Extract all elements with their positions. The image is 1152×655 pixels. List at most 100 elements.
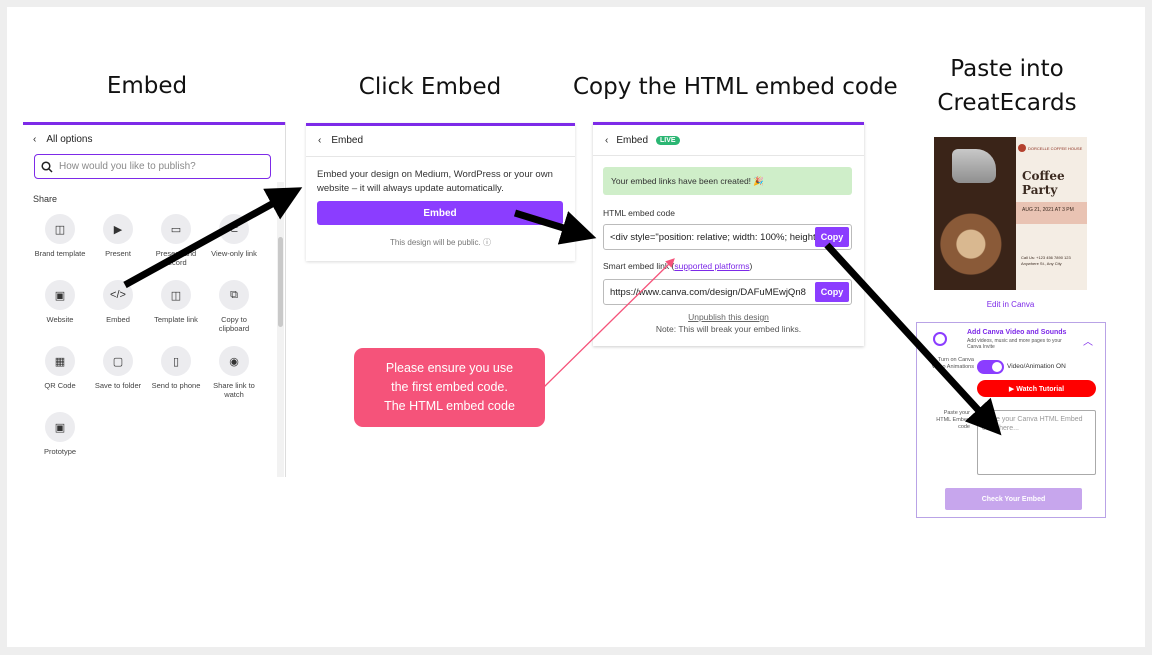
publish-search-input[interactable]: How would you like to publish? <box>34 154 271 179</box>
chevron-left-icon[interactable]: ‹ <box>33 134 36 145</box>
present-icon: ▶ <box>103 214 133 244</box>
brand-template-icon: ◫ <box>45 214 75 244</box>
share-option-save-to-folder[interactable]: ▢ Save to folder <box>89 346 147 390</box>
edit-in-canva-link[interactable]: Edit in Canva <box>934 300 1087 309</box>
card-contact-info: Call Us: +123 456 7890 123 Anywhere St.,… <box>1021 255 1071 266</box>
embed-codes-header[interactable]: ‹ Embed LIVE <box>605 135 680 146</box>
divider <box>306 156 575 157</box>
share-option-send-to-phone[interactable]: ▯ Send to phone <box>147 346 205 390</box>
play-circle-icon <box>933 332 947 346</box>
link-icon: ⊂ <box>219 214 249 244</box>
toggle-label: Video/Animation ON <box>1007 363 1066 370</box>
embed-description: Embed your design on Medium, WordPress o… <box>317 169 553 194</box>
share-option-label: Copy to clipboard <box>218 315 250 333</box>
chevron-left-icon[interactable]: ‹ <box>318 135 321 146</box>
embed-codes-title: Embed <box>616 135 649 146</box>
embed-icon: </> <box>103 280 133 310</box>
step-title-paste-line2: CreatEcards <box>937 90 1077 116</box>
supported-platforms-link[interactable]: supported platforms <box>674 261 749 271</box>
embed-title: Embed <box>331 135 364 146</box>
share-option-present-and-record[interactable]: ▭ Present and record <box>147 214 205 267</box>
card-logo: DORCELLE COFFEE HOUSE <box>1018 144 1082 152</box>
copy-html-button[interactable]: Copy <box>815 227 849 247</box>
smart-embed-link-field[interactable]: https://www.canva.com/design/DAFuMEwjQn8… <box>603 279 852 305</box>
watch-tutorial-button[interactable]: ▶ Watch Tutorial <box>977 380 1096 397</box>
smart-embed-label-end: ) <box>749 261 753 271</box>
animations-side-label: Turn on Canva Video Animations <box>931 357 974 370</box>
share-option-copy-to-clipboard[interactable]: ⧉ Copy to clipboard <box>205 280 263 333</box>
share-option-share-link-to-watch[interactable]: ◉ Share link to watch <box>205 346 263 399</box>
public-note: This design will be public. ⓘ <box>390 238 491 247</box>
scrollbar-track[interactable] <box>277 182 284 477</box>
embed-button[interactable]: Embed <box>317 201 563 225</box>
scrollbar-thumb[interactable] <box>278 237 283 327</box>
add-video-subtitle: Add videos, music and more pages to your… <box>967 338 1062 350</box>
chevron-left-icon[interactable]: ‹ <box>605 135 608 146</box>
card-title: Coffee Party <box>1022 169 1065 197</box>
share-option-present[interactable]: ▶ Present <box>89 214 147 258</box>
share-heading: Share <box>33 194 58 204</box>
share-option-label: Embed <box>106 315 130 324</box>
toggle-knob <box>992 362 1002 372</box>
eye-icon: ◉ <box>219 346 249 376</box>
back-all-options[interactable]: ‹ All options <box>33 134 92 145</box>
share-option-label: Save to folder <box>94 381 142 390</box>
share-option-label: Present and record <box>155 249 197 267</box>
panel-accent-bar <box>23 122 285 125</box>
folder-icon: ▢ <box>103 346 133 376</box>
share-option-view-only-link[interactable]: ⊂ View-only link <box>205 214 263 258</box>
share-option-qr-code[interactable]: ▦ QR Code <box>31 346 89 390</box>
share-option-label: Present <box>105 249 131 258</box>
success-alert: Your embed links have been created! 🎉 <box>603 167 852 195</box>
callout-line-1: Please ensure you use <box>385 361 514 375</box>
embed-codes-panel: ‹ Embed LIVE Your embed links have been … <box>593 122 864 346</box>
share-option-label: Send to phone <box>151 381 201 390</box>
add-video-title: Add Canva Video and Sounds <box>967 329 1067 336</box>
chevron-up-icon[interactable]: ︿ <box>1083 333 1093 348</box>
embed-panel: ‹ Embed Embed your design on Medium, Wor… <box>306 123 575 261</box>
check-embed-button[interactable]: Check Your Embed <box>945 488 1082 510</box>
share-options-panel: ‹ All options How would you like to publ… <box>23 122 286 477</box>
share-option-template-link[interactable]: ◫ Template link <box>147 280 205 324</box>
step-title-click-embed: Click Embed <box>358 74 502 100</box>
step-title-embed: Embed <box>106 73 188 99</box>
qr-code-icon: ▦ <box>45 346 75 376</box>
copy-smart-link-button[interactable]: Copy <box>815 282 849 302</box>
prototype-icon: ▣ <box>45 412 75 442</box>
share-option-brand-template[interactable]: ◫ Brand template <box>31 214 89 258</box>
panel-accent-bar <box>306 123 575 126</box>
clipboard-icon: ⧉ <box>219 280 249 310</box>
smart-embed-link-value: https://www.canva.com/design/DAFuMEwjQn8 <box>610 286 806 298</box>
unpublish-note: Note: This will break your embed links. <box>655 324 802 334</box>
coffee-party-card-thumbnail[interactable]: DORCELLE COFFEE HOUSE Coffee Party AUG 2… <box>934 137 1087 290</box>
card-date: AUG 21, 2021 AT 3 PM <box>1016 202 1087 224</box>
html-embed-label: HTML embed code <box>603 208 675 218</box>
embed-header[interactable]: ‹ Embed <box>318 135 363 146</box>
share-option-website[interactable]: ▣ Website <box>31 280 89 324</box>
step-title-paste-line1: Paste into <box>950 56 1064 82</box>
share-option-label: QR Code <box>44 381 76 390</box>
search-icon <box>41 160 53 173</box>
smart-embed-label-text: Smart embed link ( <box>603 261 675 271</box>
share-option-label: Template link <box>154 315 198 324</box>
share-option-prototype[interactable]: ▣ Prototype <box>31 412 89 456</box>
callout-line-3: The HTML embed code <box>384 399 515 413</box>
video-animation-toggle[interactable] <box>977 360 1004 374</box>
share-option-label: View-only link <box>211 249 257 258</box>
html-embed-code-field[interactable]: <div style="position: relative; width: 1… <box>603 224 852 250</box>
share-option-embed[interactable]: </> Embed <box>89 280 147 324</box>
step-title-copy-code: Copy the HTML embed code <box>573 74 898 100</box>
logo-badge-icon <box>1018 144 1026 152</box>
html-embed-code-value: <div style="position: relative; width: 1… <box>610 231 829 243</box>
record-icon: ▭ <box>161 214 191 244</box>
embed-code-textarea[interactable]: Paste your Canva HTML Embed code here... <box>977 410 1096 475</box>
tutorial-slide: Embed Click Embed Copy the HTML embed co… <box>7 7 1145 647</box>
search-placeholder: How would you like to publish? <box>59 161 196 172</box>
unpublish-link[interactable]: Unpublish this design <box>593 312 864 322</box>
share-option-label: Prototype <box>43 447 77 456</box>
phone-icon: ▯ <box>161 346 191 376</box>
paste-code-side-label: Paste your HTML Embed code <box>936 410 970 430</box>
logo-text: DORCELLE COFFEE HOUSE <box>1028 145 1083 151</box>
panel-accent-bar <box>593 122 864 125</box>
website-icon: ▣ <box>45 280 75 310</box>
